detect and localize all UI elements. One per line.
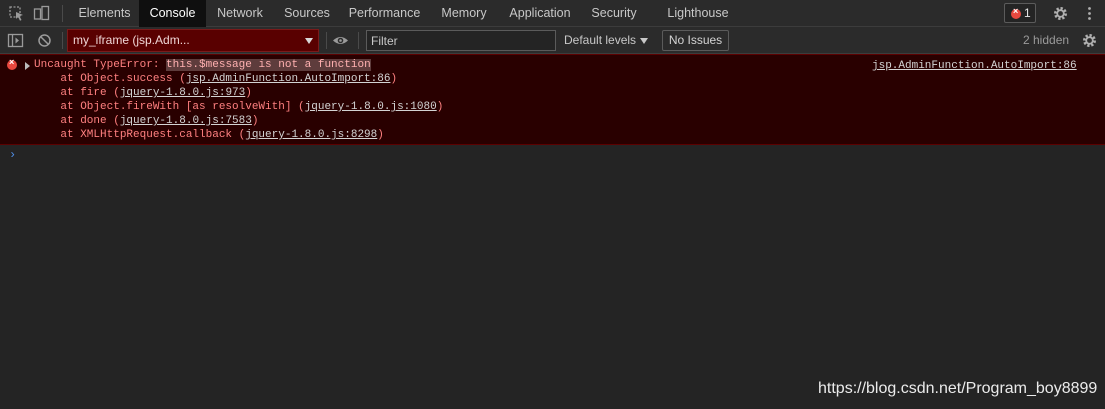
expand-arrow-icon[interactable] [25, 62, 30, 70]
error-source-link[interactable]: jsp.AdminFunction.AutoImport:86 [872, 60, 1077, 72]
stack-frame-link[interactable]: jquery-1.8.0.js:973 [120, 87, 245, 99]
error-headline: Uncaught TypeError: this.$message is not… [34, 59, 371, 71]
tab-application[interactable]: Application [498, 0, 582, 27]
stack-frame-text: at Object.fireWith [as resolveWith] ( [34, 101, 305, 113]
filter-input[interactable] [366, 30, 556, 51]
tab-sources[interactable]: Sources [274, 0, 340, 27]
gear-icon[interactable] [1052, 5, 1069, 22]
stack-frame-link[interactable]: jsp.AdminFunction.AutoImport:86 [186, 73, 391, 85]
console-error-message: Uncaught TypeError: this.$message is not… [0, 54, 1105, 145]
tab-performance[interactable]: Performance [340, 0, 429, 27]
stack-frame: at XMLHttpRequest.callback (jquery-1.8.0… [34, 129, 384, 141]
stack-frame-text: at Object.success ( [34, 73, 186, 85]
error-icon [7, 57, 17, 70]
stack-frame-text: at done ( [34, 115, 120, 127]
stack-frame-text: ) [245, 87, 252, 99]
watermark: https://blog.csdn.net/Program_boy8899 [818, 380, 1098, 397]
stack-frame-text: at fire ( [34, 87, 120, 99]
inspect-element-icon[interactable] [8, 5, 25, 22]
context-selector-label: my_iframe (jsp.Adm... [73, 33, 190, 47]
chevron-down-icon [305, 38, 313, 44]
toolbar-divider [62, 5, 63, 22]
hidden-messages-count: 2 hidden [1023, 33, 1070, 47]
error-icon [1011, 6, 1021, 19]
tab-network[interactable]: Network [206, 0, 274, 27]
toolbar-divider [358, 32, 359, 49]
log-levels-dropdown[interactable]: Default levels [564, 33, 636, 47]
toolbar-divider [62, 32, 63, 49]
context-selector[interactable]: my_iframe (jsp.Adm... [67, 29, 319, 52]
error-type: Uncaught TypeError: [34, 59, 167, 71]
tab-lighthouse[interactable]: Lighthouse [658, 0, 738, 27]
eye-icon[interactable] [332, 32, 349, 49]
tab-security[interactable]: Security [583, 0, 645, 27]
chevron-down-icon [640, 38, 648, 44]
issues-button[interactable]: No Issues [662, 30, 729, 51]
stack-frame: at done (jquery-1.8.0.js:7583) [34, 115, 258, 127]
stack-frame-text: ) [390, 73, 398, 85]
stack-frame-text: ) [251, 115, 259, 127]
tab-elements[interactable]: Elements [70, 0, 139, 27]
stack-frame-link[interactable]: jquery-1.8.0.js:1080 [305, 101, 437, 113]
tab-memory[interactable]: Memory [431, 0, 497, 27]
device-toolbar-icon[interactable] [33, 5, 50, 22]
devtools-tab-bar: Elements Console Network Sources Perform… [0, 0, 1105, 27]
stack-frame: at Object.success (jsp.AdminFunction.Aut… [34, 73, 397, 85]
stack-frame: at Object.fireWith [as resolveWith] (jqu… [34, 101, 443, 113]
console-prompt[interactable]: › [9, 148, 16, 162]
error-count-badge[interactable]: 1 [1004, 3, 1036, 23]
stack-frame-text: ) [436, 101, 444, 113]
more-options-icon[interactable] [1081, 5, 1098, 22]
error-count: 1 [1024, 6, 1031, 20]
toolbar-divider [326, 32, 327, 49]
error-message-text: this.$message is not a function [166, 59, 371, 71]
tab-console[interactable]: Console [139, 0, 206, 27]
stack-frame-text: at XMLHttpRequest.callback ( [34, 129, 246, 141]
stack-frame-text: ) [377, 129, 384, 141]
stack-frame: at fire (jquery-1.8.0.js:973) [34, 87, 252, 99]
console-toolbar: my_iframe (jsp.Adm... Default levels No … [0, 27, 1105, 54]
stack-frame-link[interactable]: jquery-1.8.0.js:7583 [120, 115, 252, 127]
show-sidebar-icon[interactable] [7, 32, 24, 49]
console-settings-gear-icon[interactable] [1081, 32, 1098, 49]
clear-console-icon[interactable] [36, 32, 53, 49]
stack-frame-link[interactable]: jquery-1.8.0.js:8298 [245, 129, 377, 141]
